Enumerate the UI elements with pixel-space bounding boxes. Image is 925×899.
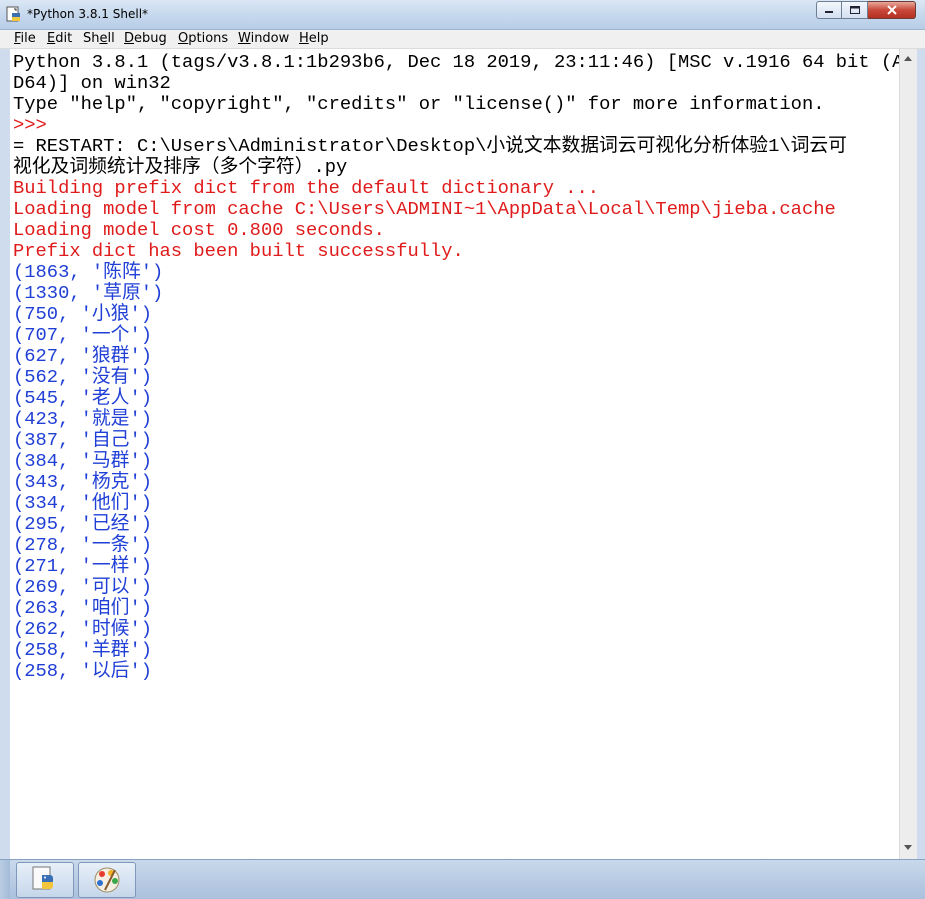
- shell-line: (545, '老人'): [13, 387, 152, 409]
- shell-line: (263, '咱们'): [13, 597, 152, 619]
- shell-line: (343, '杨克'): [13, 471, 152, 493]
- taskbar-paint-button[interactable]: [78, 862, 136, 898]
- menu-file[interactable]: File: [12, 31, 38, 47]
- shell-line: (262, '时候'): [13, 618, 152, 640]
- shell-line: (334, '他们'): [13, 492, 152, 514]
- shell-line: (627, '狼群'): [13, 345, 152, 367]
- shell-line: Building prefix dict from the default di…: [13, 177, 600, 199]
- menu-options[interactable]: Options: [176, 31, 230, 47]
- menu-shell-rest-a: Sh: [83, 31, 100, 46]
- shell-line: Loading model cost 0.800 seconds.: [13, 219, 385, 241]
- shell-line: (278, '一条'): [13, 534, 152, 556]
- shell-line: (269, '可以'): [13, 576, 152, 598]
- taskbar: [0, 859, 925, 899]
- shell-line: (562, '没有'): [13, 366, 152, 388]
- menu-options-accel: O: [178, 31, 189, 46]
- shell-line: 视化及词频统计及排序（多个字符）.py: [13, 156, 348, 178]
- menu-debug-accel: D: [124, 31, 135, 46]
- shell-line: (750, '小狼'): [13, 303, 152, 325]
- shell-line: (423, '就是'): [13, 408, 152, 430]
- menu-shell-accel: e: [99, 31, 108, 46]
- shell-line: (258, '羊群'): [13, 639, 152, 661]
- shell-line: >>>: [13, 114, 47, 136]
- menu-window-rest: indow: [250, 31, 290, 46]
- scroll-up-arrow-icon[interactable]: [904, 56, 912, 61]
- taskbar-python-button[interactable]: [16, 862, 74, 898]
- window-frame-left: [0, 49, 10, 859]
- vertical-scrollbar[interactable]: [899, 49, 917, 859]
- python-idle-icon: [6, 6, 20, 22]
- menu-window[interactable]: Window: [236, 31, 291, 47]
- shell-line: (295, '已经'): [13, 513, 152, 535]
- shell-line: Python 3.8.1 (tags/v3.8.1:1b293b6, Dec 1…: [13, 51, 899, 73]
- menu-help-accel: H: [299, 31, 309, 46]
- python-icon: [32, 866, 53, 890]
- menu-edit-rest: dit: [55, 31, 73, 46]
- shell-line: Loading model from cache C:\Users\ADMINI…: [13, 198, 836, 220]
- maximize-button[interactable]: [842, 1, 868, 19]
- close-button[interactable]: [868, 1, 916, 19]
- maximize-icon: [849, 6, 860, 14]
- close-icon: [886, 5, 897, 15]
- window-frame-right: [917, 49, 925, 859]
- menu-help[interactable]: Help: [297, 31, 331, 47]
- shell-line: Prefix dict has been built successfully.: [13, 240, 464, 262]
- shell-line: (1330, '草原'): [13, 282, 164, 304]
- menu-edit-accel: E: [47, 31, 56, 46]
- title-bar[interactable]: *Python 3.8.1 Shell*: [0, 0, 925, 30]
- menu-shell-rest-b: ll: [107, 31, 115, 46]
- menu-edit[interactable]: Edit: [45, 31, 74, 47]
- taskbar-edge: [0, 860, 10, 899]
- menu-file-rest: ile: [20, 31, 36, 46]
- scroll-down-arrow-icon[interactable]: [904, 845, 912, 850]
- menu-window-accel: W: [238, 31, 251, 46]
- menu-options-rest: ptions: [188, 31, 229, 46]
- menu-bar: File Edit Shell Debug Options Window Hel…: [0, 30, 925, 49]
- menu-help-rest: elp: [308, 31, 329, 46]
- menu-debug-rest: ebug: [134, 31, 167, 46]
- shell-line: (258, '以后'): [13, 660, 152, 682]
- menu-shell[interactable]: Shell: [81, 31, 117, 47]
- paint-palette-icon: [94, 867, 120, 893]
- shell-line: = RESTART: C:\Users\Administrator\Deskto…: [13, 135, 847, 157]
- shell-line: D64)] on win32: [13, 72, 171, 94]
- minimize-icon: [825, 11, 833, 13]
- minimize-button[interactable]: [816, 1, 842, 19]
- shell-output[interactable]: Python 3.8.1 (tags/v3.8.1:1b293b6, Dec 1…: [10, 49, 899, 859]
- shell-line: (387, '自己'): [13, 429, 152, 451]
- shell-line: Type "help", "copyright", "credits" or "…: [13, 93, 825, 115]
- shell-line: (271, '一样'): [13, 555, 152, 577]
- shell-line: (384, '马群'): [13, 450, 152, 472]
- shell-line: (707, '一个'): [13, 324, 152, 346]
- window-title: *Python 3.8.1 Shell*: [27, 7, 149, 21]
- menu-debug[interactable]: Debug: [122, 31, 169, 47]
- shell-line: (1863, '陈阵'): [13, 261, 164, 283]
